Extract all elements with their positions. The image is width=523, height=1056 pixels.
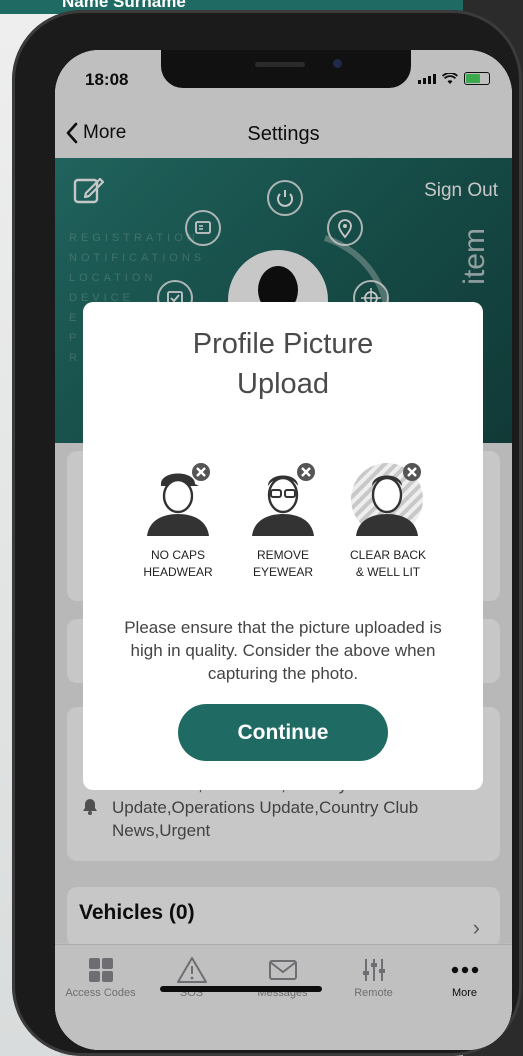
dialog-title: Profile Picture Upload [192,328,374,400]
remove-eyewear-icon [252,463,315,536]
guide-remove-eyewear: REMOVE EYEWEAR [228,462,338,581]
screen: 18:08 More Settings Sign Out REGISTRATIO… [55,50,512,1050]
guide-label: REMOVE EYEWEAR [252,548,313,579]
speaker [255,62,305,67]
no-caps-icon [147,463,210,536]
guide-label: NO CAPS HEADWEAR [143,548,213,579]
camera [333,59,342,68]
phone-frame: 18:08 More Settings Sign Out REGISTRATIO… [12,10,522,1056]
guide-clear-back: CLEAR BACK & WELL LIT [333,462,443,581]
clear-background-icon [351,463,423,536]
continue-button[interactable]: Continue [178,704,388,761]
notch [161,50,411,88]
guide-no-caps: NO CAPS HEADWEAR [123,462,233,581]
guide-label: CLEAR BACK & WELL LIT [349,548,427,579]
dialog-message: Please ensure that the picture uploaded … [124,618,442,683]
profile-picture-dialog: Profile Picture Upload NO CAPSHEADWEAR [83,302,483,790]
